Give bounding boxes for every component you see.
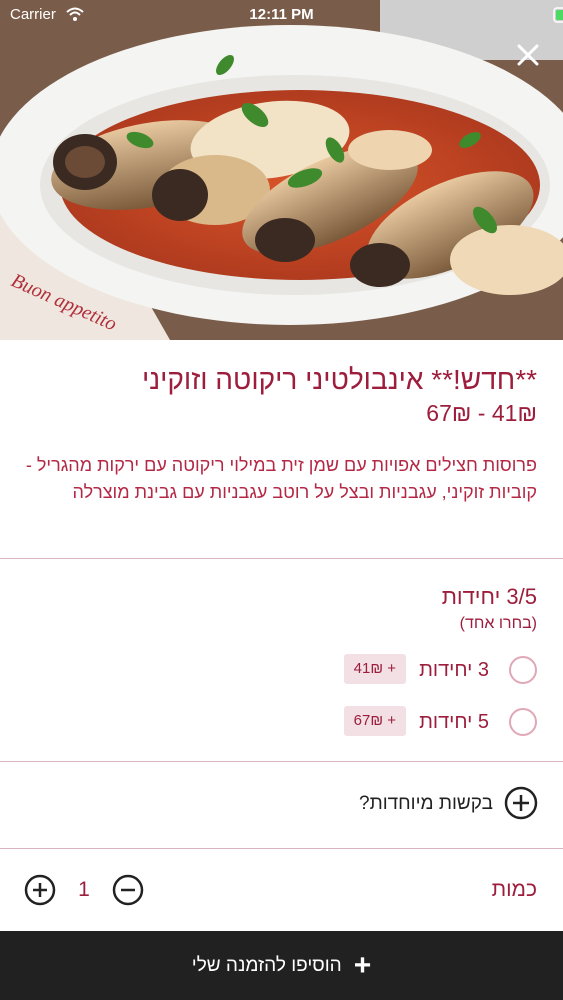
option-price-tag: + 67₪	[343, 706, 406, 736]
add-to-order-label: הוסיפו להזמנה שלי	[191, 954, 342, 976]
status-bar: Carrier 12:11 PM	[0, 0, 563, 30]
close-button[interactable]	[517, 44, 549, 76]
plus-icon	[24, 874, 56, 906]
radio-button[interactable]	[509, 656, 537, 684]
dish-photo: Buon appetito Carrier 12:11 PM	[0, 0, 563, 340]
add-to-order-button[interactable]: + הוסיפו להזמנה שלי	[0, 931, 563, 1000]
plus-icon: +	[353, 948, 372, 982]
divider	[0, 848, 563, 849]
quantity-value: 1	[78, 878, 90, 901]
minus-icon	[112, 874, 144, 906]
options-group-hint: (בחרו אחד)	[459, 615, 537, 632]
item-title: **חדש!** אינבולטיני ריקוטה וזוקיני	[141, 364, 537, 395]
quantity-stepper: 1	[24, 874, 144, 906]
quantity-label: כמות	[491, 878, 537, 901]
radio-button[interactable]	[509, 708, 537, 736]
item-price-range: 41₪ - 67₪	[426, 400, 537, 426]
options-group-title: 3/5 יחידות	[441, 584, 537, 609]
plus-circle-icon	[503, 785, 539, 826]
close-icon	[517, 44, 539, 66]
option-label: 3 יחידות	[419, 659, 489, 681]
divider	[0, 761, 563, 762]
status-time: 12:11 PM	[249, 6, 314, 23]
increment-button[interactable]	[24, 874, 56, 906]
option-label: 5 יחידות	[419, 711, 489, 733]
divider	[0, 558, 563, 559]
option-row-3-units[interactable]: 3 יחידות + 41₪	[17, 652, 537, 692]
option-row-5-units[interactable]: 5 יחידות + 67₪	[17, 704, 537, 744]
item-description: פרוסות חצילים אפויות עם שמן זית במילוי ר…	[25, 455, 537, 502]
special-requests-button[interactable]: בקשות מיוחדות?	[19, 785, 539, 821]
option-price-tag: + 41₪	[343, 654, 406, 684]
special-requests-label: בקשות מיוחדות?	[359, 793, 493, 814]
dish-photo-illustration: Buon appetito	[0, 0, 563, 340]
decrement-button[interactable]	[112, 874, 144, 906]
